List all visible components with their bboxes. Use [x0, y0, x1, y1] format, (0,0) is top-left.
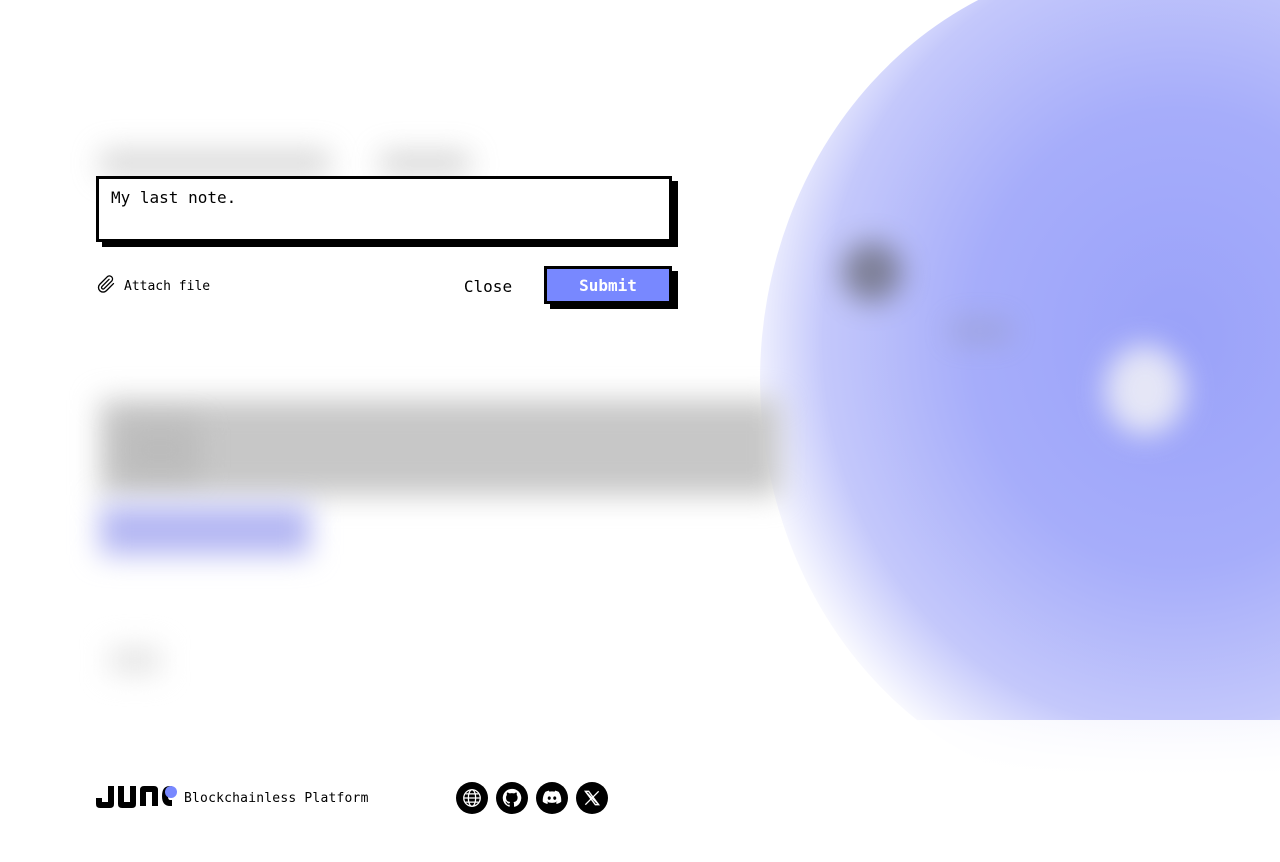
submit-button[interactable]: Submit	[544, 266, 672, 304]
blurred-button	[100, 505, 310, 555]
blurred-heading	[100, 150, 330, 176]
attach-file-button[interactable]: Attach file	[96, 274, 211, 298]
close-button[interactable]: Close	[452, 270, 524, 302]
blurred-background	[0, 0, 1280, 862]
blurred-avatar	[842, 242, 902, 302]
note-textarea[interactable]	[99, 179, 669, 239]
note-input-box	[96, 176, 672, 242]
blurred-highlight	[1105, 345, 1185, 435]
x-icon[interactable]	[576, 782, 608, 814]
github-icon[interactable]	[496, 782, 528, 814]
blurred-table	[100, 400, 780, 495]
globe-icon[interactable]	[456, 782, 488, 814]
discord-icon[interactable]	[536, 782, 568, 814]
attach-file-label: Attach file	[124, 278, 211, 294]
blurred-caption	[950, 320, 1010, 342]
background-gradient-blob	[760, 0, 1280, 800]
footer-tagline: Blockchainless Platform	[184, 791, 369, 806]
juno-logo	[96, 784, 178, 808]
paperclip-icon	[96, 274, 116, 298]
blurred-label	[110, 648, 160, 673]
blurred-heading-secondary	[380, 152, 470, 174]
blurred-table-cell	[120, 420, 200, 480]
